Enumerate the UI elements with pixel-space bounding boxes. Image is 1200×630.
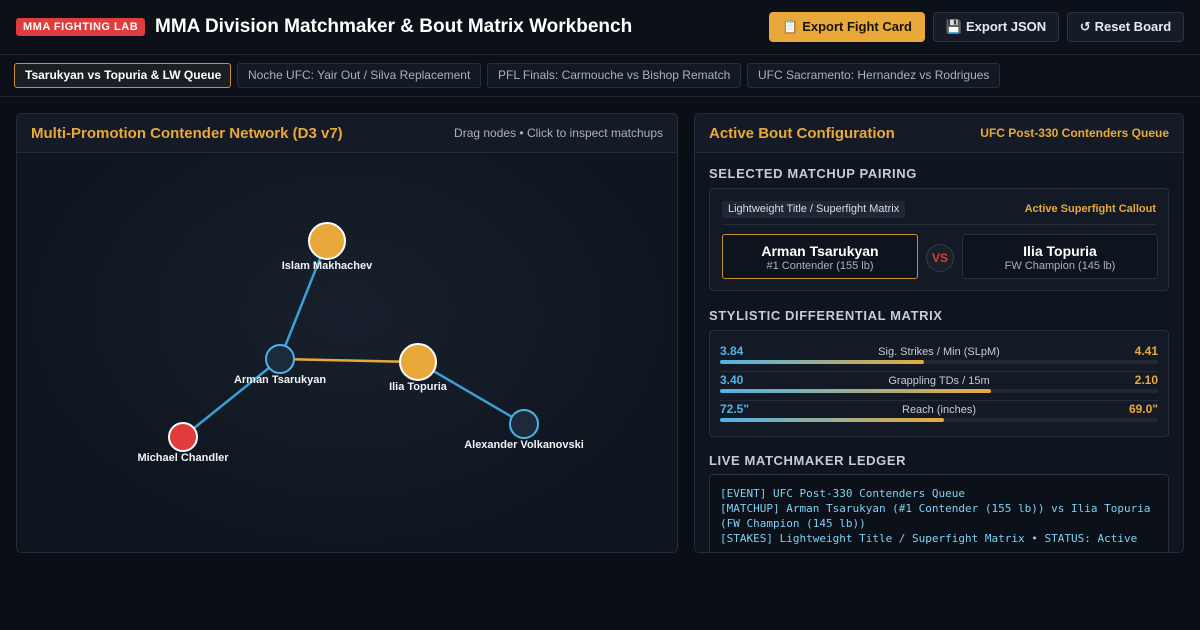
network-node-circle[interactable] bbox=[308, 222, 346, 260]
stat-label: Reach (inches) bbox=[902, 404, 976, 416]
network-node-tsarukyan[interactable]: Arman Tsarukyan bbox=[234, 344, 326, 386]
pairing-heading: Selected Matchup Pairing bbox=[709, 166, 917, 181]
matchup-pairing-box: Lightweight Title / Superfight Matrix Ac… bbox=[709, 188, 1169, 291]
pairing-divider bbox=[722, 224, 1156, 225]
scenario-tabs: Tsarukyan vs Topuria & LW Queue Noche UF… bbox=[0, 55, 1200, 97]
network-node-topuria[interactable]: Ilia Topuria bbox=[389, 343, 448, 393]
network-graph-area[interactable]: Islam Makhachev Arman Tsarukyan Ilia Topur… bbox=[17, 153, 678, 553]
network-link-tsarukyan-chandler bbox=[182, 358, 281, 438]
network-node-chandler[interactable]: Michael Chandler bbox=[137, 422, 229, 464]
bout-config-panel: Active Bout Configuration UFC Post-330 C… bbox=[694, 113, 1184, 553]
stat-value-a: 72.5" bbox=[720, 402, 750, 416]
network-node-label: Michael Chandler bbox=[137, 452, 229, 464]
network-graph[interactable]: Islam Makhachev Arman Tsarukyan Ilia Topur… bbox=[17, 153, 678, 553]
matchmaker-ledger: [EVENT] UFC Post-330 Contenders Queue [M… bbox=[709, 474, 1169, 552]
stat-bar-fill bbox=[720, 360, 924, 364]
network-node-label: Islam Makhachev bbox=[282, 260, 373, 272]
stat-value-a: 3.40 bbox=[720, 373, 744, 387]
stat-row-strikes: Sig. Strikes / Min (SLpM) 3.84 4.41 bbox=[720, 344, 1158, 372]
network-node-label: Ilia Topuria bbox=[389, 381, 448, 393]
ledger-line: (FW Champion (145 lb)) bbox=[720, 517, 866, 530]
pairing-status: Active Superfight Callout bbox=[1024, 203, 1156, 215]
network-node-label: Arman Tsarukyan bbox=[234, 374, 326, 386]
fighter-b-subtitle: FW Champion (145 lb) bbox=[1004, 260, 1116, 272]
network-panel-title: Multi-Promotion Contender Network (D3 v7… bbox=[31, 125, 343, 142]
stat-row-reach: Reach (inches) 72.5" 69.0" bbox=[720, 402, 1158, 430]
network-link-tsarukyan-topuria bbox=[279, 357, 419, 364]
fighter-a-card[interactable]: Arman Tsarukyan #1 Contender (155 lb) bbox=[722, 234, 918, 279]
tab-noche-ufc[interactable]: Noche UFC: Yair Out / Silva Replacement bbox=[237, 63, 481, 88]
reset-board-button[interactable]: ↺ Reset Board bbox=[1067, 12, 1184, 42]
fighter-b-name: Ilia Topuria bbox=[1023, 243, 1097, 259]
stat-bar-fill bbox=[720, 418, 945, 422]
ledger-line: [STAKES] Lightweight Title / Superfight … bbox=[720, 532, 1138, 545]
network-node-circle[interactable] bbox=[168, 422, 198, 452]
config-panel-title: Active Bout Configuration bbox=[709, 125, 895, 142]
network-node-makhachev[interactable]: Islam Makhachev bbox=[282, 222, 373, 272]
floppy-icon: 💾 bbox=[945, 19, 962, 34]
stat-label: Sig. Strikes / Min (SLpM) bbox=[878, 346, 1000, 358]
stat-value-a: 3.84 bbox=[720, 344, 744, 358]
stat-bar-track bbox=[720, 418, 1158, 422]
stylistic-matrix-box: Sig. Strikes / Min (SLpM) 3.84 4.41 Grap… bbox=[709, 330, 1169, 437]
export-json-label: Export JSON bbox=[966, 19, 1047, 34]
contender-network-panel: Multi-Promotion Contender Network (D3 v7… bbox=[16, 113, 678, 553]
clipboard-icon: 📋 bbox=[782, 19, 799, 34]
fighter-a-name: Arman Tsarukyan bbox=[761, 243, 879, 259]
app-title: MMA Division Matchmaker & Bout Matrix Wo… bbox=[155, 16, 633, 37]
stat-label: Grappling TDs / 15m bbox=[888, 375, 990, 387]
config-panel-header: Active Bout Configuration UFC Post-330 C… bbox=[695, 114, 1183, 153]
reset-icon: ↺ bbox=[1079, 19, 1091, 34]
network-node-circle[interactable] bbox=[265, 344, 295, 374]
tab-pfl-finals[interactable]: PFL Finals: Carmouche vs Bishop Rematch bbox=[487, 63, 741, 88]
network-node-label: Alexander Volkanovski bbox=[464, 439, 584, 451]
network-panel-header: Multi-Promotion Contender Network (D3 v7… bbox=[17, 114, 677, 153]
network-node-circle[interactable] bbox=[399, 343, 437, 381]
network-node-volkanovski[interactable]: Alexander Volkanovski bbox=[464, 409, 584, 451]
network-panel-hint: Drag nodes • Click to inspect matchups bbox=[454, 126, 663, 140]
stat-bar-track bbox=[720, 389, 1158, 393]
stat-value-b: 4.41 bbox=[1134, 344, 1158, 358]
tab-ufc-sacramento[interactable]: UFC Sacramento: Hernandez vs Rodrigues bbox=[747, 63, 1000, 88]
app-header: MMA FIGHTING LAB MMA Division Matchmaker… bbox=[0, 0, 1200, 55]
tab-tsarukyan-topuria[interactable]: Tsarukyan vs Topuria & LW Queue bbox=[14, 63, 231, 88]
export-fight-card-label: Export Fight Card bbox=[802, 19, 912, 34]
export-json-button[interactable]: 💾 Export JSON bbox=[933, 12, 1059, 42]
ledger-line: [MATCHUP] Arman Tsarukyan (#1 Contender … bbox=[720, 502, 1151, 515]
stat-bar-track bbox=[720, 360, 1158, 364]
reset-board-label: Reset Board bbox=[1094, 19, 1172, 34]
ledger-line: [EVENT] UFC Post-330 Contenders Queue bbox=[720, 487, 966, 500]
fighter-b-card[interactable]: Ilia Topuria FW Champion (145 lb) bbox=[962, 234, 1158, 279]
network-node-circle[interactable] bbox=[509, 409, 539, 439]
brand-badge: MMA FIGHTING LAB bbox=[16, 18, 146, 36]
queue-label: UFC Post-330 Contenders Queue bbox=[980, 126, 1169, 140]
stat-row-takedowns: Grappling TDs / 15m 3.40 2.10 bbox=[720, 373, 1158, 401]
matrix-heading: Stylistic Differential Matrix bbox=[709, 308, 943, 323]
pairing-tag: Lightweight Title / Superfight Matrix bbox=[722, 201, 906, 218]
network-link-makhachev-tsarukyan bbox=[278, 240, 329, 360]
stat-value-b: 69.0" bbox=[1128, 402, 1158, 416]
vs-badge: VS bbox=[926, 244, 954, 272]
export-fight-card-button[interactable]: 📋 Export Fight Card bbox=[769, 12, 925, 42]
stat-value-b: 2.10 bbox=[1134, 373, 1158, 387]
stat-bar-fill bbox=[720, 389, 991, 393]
ledger-heading: Live Matchmaker Ledger bbox=[709, 453, 907, 468]
fighter-a-subtitle: #1 Contender (155 lb) bbox=[766, 260, 874, 272]
